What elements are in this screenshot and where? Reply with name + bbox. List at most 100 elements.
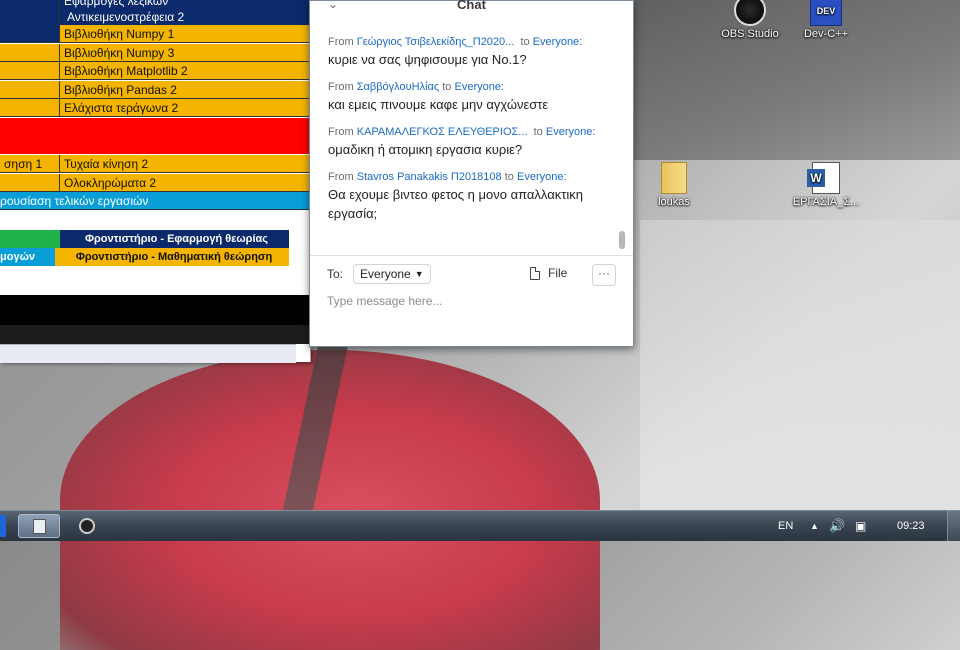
from-label: From bbox=[328, 126, 354, 138]
sheet-cell[interactable] bbox=[0, 99, 60, 117]
sheet-red-row[interactable] bbox=[0, 118, 310, 154]
word-document-icon bbox=[807, 162, 840, 194]
taskbar-app-obs[interactable] bbox=[76, 514, 98, 538]
message-input[interactable]: Type message here... bbox=[327, 294, 442, 308]
sheet-row[interactable]: Ελάχιστα τεράγωνα 2 bbox=[0, 99, 310, 117]
sheet-cell[interactable] bbox=[0, 62, 60, 80]
sheet-cell[interactable]: Τυχαία κίνηση 2 bbox=[60, 155, 310, 173]
file-label: File bbox=[548, 266, 568, 280]
from-label: From bbox=[328, 81, 354, 93]
chat-scrollbar[interactable] bbox=[619, 231, 625, 249]
desktop-icon-obs-studio[interactable]: OBS Studio bbox=[710, 0, 790, 40]
recipient-dropdown[interactable]: Everyone ▼ bbox=[353, 264, 431, 284]
sheet-cell[interactable] bbox=[0, 44, 60, 62]
legend-item-theory: Φροντιστήριο - Εφαρμογή θεωρίας bbox=[60, 230, 289, 248]
message-text: ομαδικη ή ατομικη εργασια κυριε? bbox=[328, 142, 523, 157]
sender-name[interactable]: ΚΑΡΑΜΑΛΕΓΚΟΣ ΕΛΕΥΘΕΡΙΟΣ... bbox=[357, 126, 528, 138]
to-label: To: bbox=[327, 267, 344, 281]
recipient-name: Everyone: bbox=[532, 36, 583, 48]
language-indicator[interactable]: EN bbox=[778, 511, 793, 541]
clock[interactable]: 09:23 bbox=[897, 511, 925, 541]
taskbar: EN ▲ 🔊 ▣ 09:23 bbox=[0, 510, 960, 541]
sheet-cell[interactable] bbox=[0, 8, 60, 26]
recipient-value: Everyone bbox=[360, 267, 411, 281]
document-icon bbox=[33, 519, 46, 534]
sender-name[interactable]: Γεώργιος Τσιβελεκίδης_Π2020... bbox=[357, 36, 515, 48]
sheet-row[interactable]: σηση 1 Τυχαία κίνηση 2 bbox=[0, 155, 310, 173]
obs-studio-icon bbox=[734, 0, 766, 26]
chevron-down-icon: ▼ bbox=[414, 269, 424, 279]
sheet-cell[interactable] bbox=[0, 25, 60, 43]
to-label-inline: to bbox=[442, 81, 452, 93]
file-icon bbox=[530, 266, 540, 280]
sheet-cell[interactable] bbox=[0, 174, 60, 192]
sender-name[interactable]: ΣαββόγλουΗλίας bbox=[357, 81, 439, 93]
start-button-edge[interactable] bbox=[0, 515, 6, 537]
chat-messages[interactable]: From Γεώργιος Τσιβελεκίδης_Π2020... to E… bbox=[328, 35, 613, 234]
sheet-cell[interactable]: Αντικειμενοστρέφεια 2 bbox=[60, 8, 310, 26]
legend-row: Φροντιστήριο - Εφαρμογή θεωρίας bbox=[0, 230, 310, 248]
chat-message: From Γεώργιος Τσιβελεκίδης_Π2020... to E… bbox=[328, 35, 613, 69]
obs-studio-icon bbox=[79, 518, 95, 534]
taskbar-app-document[interactable] bbox=[18, 514, 60, 538]
sheet-cell[interactable]: Βιβλιοθήκη Numpy 1 bbox=[60, 25, 310, 43]
show-hidden-icons-icon[interactable]: ▲ bbox=[810, 511, 819, 541]
sheet-row[interactable]: Ολοκληρώματα 2 bbox=[0, 174, 310, 192]
from-label: From bbox=[328, 171, 354, 183]
file-button[interactable]: File bbox=[530, 266, 567, 280]
sheet-cell[interactable]: Ολοκληρώματα 2 bbox=[60, 174, 310, 192]
chat-divider bbox=[310, 255, 633, 256]
chat-message: From Stavros Panakakis Π2018108 to Every… bbox=[328, 170, 613, 223]
sheet-row[interactable]: Βιβλιοθήκη Pandas 2 bbox=[0, 81, 310, 99]
sheet-row[interactable]: Βιβλιοθήκη Numpy 1 bbox=[0, 25, 310, 43]
chat-message: From ΚΑΡΑΜΑΛΕΓΚΟΣ ΕΛΕΥΘΕΡΙΟΣ... to Every… bbox=[328, 125, 613, 159]
message-text: Θα εχουμε βιντεο φετος η μονο απαλλακτικ… bbox=[328, 187, 583, 221]
sheet-cell[interactable]: Βιβλιοθήκη Matplotlib 2 bbox=[60, 62, 310, 80]
legend-item-math: Φροντιστήριο - Μαθηματική θεώρηση bbox=[55, 248, 289, 266]
sheet-row[interactable]: Βιβλιοθήκη Numpy 3 bbox=[0, 44, 310, 62]
sheet-cell[interactable]: Βιβλιοθήκη Pandas 2 bbox=[60, 81, 310, 99]
network-icon[interactable]: ▣ bbox=[855, 511, 866, 541]
sheet-cell[interactable]: σηση 1 bbox=[0, 155, 60, 173]
desktop-icon-document[interactable]: ΕΡΓΑΣΙΑ_Σ... bbox=[786, 162, 866, 208]
from-label: From bbox=[328, 36, 354, 48]
recipient-row: To: Everyone ▼ bbox=[327, 264, 431, 284]
desktop-icon-label: OBS Studio bbox=[721, 28, 779, 40]
to-label-inline: to bbox=[504, 171, 514, 183]
sheet-black-band bbox=[0, 295, 310, 325]
sender-name[interactable]: Stavros Panakakis Π2018108 bbox=[357, 171, 502, 183]
desktop-icon-dev-cpp[interactable]: DEV Dev-C++ bbox=[786, 0, 866, 40]
to-label-inline: to bbox=[533, 126, 543, 138]
recipient-name: Everyone: bbox=[545, 126, 596, 138]
spreadsheet-window[interactable]: Εφαρμογές λεξικών Αντικειμενοστρέφεια 2 … bbox=[0, 0, 311, 363]
sheet-row[interactable]: Βιβλιοθήκη Matplotlib 2 bbox=[0, 62, 310, 80]
to-label-inline: to bbox=[520, 36, 530, 48]
more-options-button[interactable]: ··· bbox=[592, 264, 616, 286]
recipient-name: Everyone: bbox=[454, 81, 505, 93]
desktop-icon-label: ΕΡΓΑΣΙΑ_Σ... bbox=[792, 196, 860, 208]
folder-icon bbox=[661, 162, 687, 194]
recipient-name: Everyone: bbox=[516, 171, 567, 183]
message-text: κυριε να σας ψηφισουμε για Νο.1? bbox=[328, 52, 527, 67]
message-text: και εμεις πινουμε καφε μην αγχώνεστε bbox=[328, 97, 549, 112]
chat-title: Chat bbox=[457, 0, 486, 12]
volume-icon[interactable]: 🔊 bbox=[829, 511, 845, 541]
sheet-cell[interactable]: ρουσίαση τελικών εργασιών bbox=[0, 192, 310, 210]
chat-message: From ΣαββόγλουΗλίας to Everyone: και εμε… bbox=[328, 80, 613, 114]
legend-swatch-green bbox=[0, 230, 60, 248]
sheet-cell[interactable] bbox=[0, 81, 60, 99]
sheet-cell[interactable]: Βιβλιοθήκη Numpy 3 bbox=[60, 44, 310, 62]
legend-row: μογών Φροντιστήριο - Μαθηματική θεώρηση bbox=[0, 248, 310, 266]
sheet-cell[interactable]: Ελάχιστα τεράγωνα 2 bbox=[60, 99, 310, 117]
wallpaper-light-area bbox=[640, 220, 960, 520]
chat-panel[interactable]: ⌄ Chat From Γεώργιος Τσιβελεκίδης_Π2020.… bbox=[309, 0, 634, 347]
desktop-icon-label: loukas bbox=[658, 196, 690, 208]
desktop-icon-label: Dev-C++ bbox=[803, 28, 849, 40]
sheet-row[interactable]: Αντικειμενοστρέφεια 2 bbox=[0, 8, 310, 26]
dev-cpp-icon: DEV bbox=[810, 0, 842, 26]
show-desktop-button[interactable] bbox=[947, 511, 960, 541]
legend-fragment: μογών bbox=[0, 248, 55, 266]
desktop-icon-loukas[interactable]: loukas bbox=[634, 162, 714, 208]
chat-header: ⌄ Chat bbox=[310, 0, 633, 15]
sheet-row[interactable]: ρουσίαση τελικών εργασιών bbox=[0, 192, 310, 210]
